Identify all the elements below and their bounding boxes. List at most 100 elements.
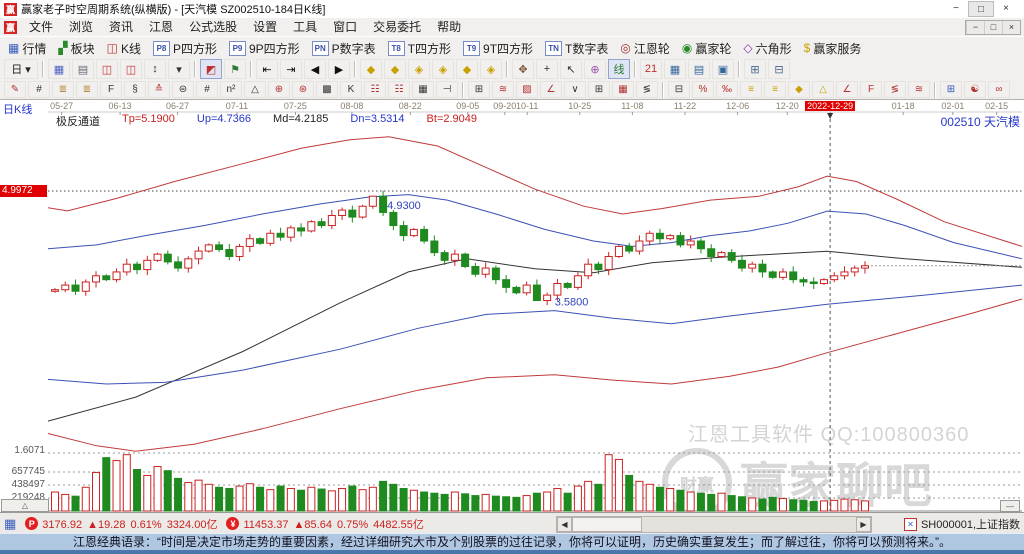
permille-icon[interactable]: ‰ bbox=[716, 81, 738, 98]
mdi-minimize-button[interactable]: − bbox=[966, 21, 984, 34]
diamond-mark-icon[interactable]: ◆ bbox=[788, 81, 810, 98]
pc-export-icon[interactable]: ⊞ bbox=[744, 59, 766, 79]
net-icon[interactable]: ▦ bbox=[412, 81, 434, 98]
pyramid-icon[interactable]: △ bbox=[812, 81, 834, 98]
chart-canvas[interactable]: 4.93003.5800 bbox=[0, 100, 1024, 513]
angle-icon[interactable]: ∠ bbox=[540, 81, 562, 98]
save-icon[interactable]: ▣ bbox=[712, 59, 734, 79]
menu-item-窗口[interactable]: 窗口 bbox=[325, 18, 365, 36]
candle-style-icon[interactable]: ◫ bbox=[96, 59, 118, 79]
bars-count-icon[interactable]: # bbox=[196, 81, 218, 98]
shaded-box-icon[interactable]: ▩ bbox=[316, 81, 338, 98]
chart-type-caret-icon[interactable]: ▾ bbox=[168, 59, 190, 79]
toolbar-button-winner-service[interactable]: $赢家服务 bbox=[798, 38, 868, 58]
trend-color-icon[interactable]: ◩ bbox=[200, 59, 222, 79]
bridge-icon[interactable]: ⊣ bbox=[436, 81, 458, 98]
toolbar-button-t-square[interactable]: T8T四方形 bbox=[382, 38, 457, 58]
grid-window-icon[interactable]: ⊞ bbox=[940, 81, 962, 98]
scroll-right-icon[interactable]: ▶ bbox=[856, 517, 871, 532]
zigzag-icon[interactable]: ≶ bbox=[636, 81, 658, 98]
scrollbar-thumb[interactable] bbox=[572, 517, 642, 532]
shade2-icon[interactable]: ▨ bbox=[516, 81, 538, 98]
scale-toggle-icon[interactable]: ↕ bbox=[144, 59, 166, 79]
vee-icon[interactable]: ∨ bbox=[564, 81, 586, 98]
angle-set-icon[interactable]: ≙ bbox=[148, 81, 170, 98]
box-select-icon[interactable]: ⊞ bbox=[468, 81, 490, 98]
a-slope-icon[interactable]: △ bbox=[244, 81, 266, 98]
gann-box2-icon[interactable]: ≣ bbox=[76, 81, 98, 98]
burst-icon[interactable]: ⊛ bbox=[292, 81, 314, 98]
magnet-icon[interactable]: ⊕ bbox=[584, 59, 606, 79]
mdi-close-button[interactable]: × bbox=[1002, 21, 1020, 34]
toolbar-button-kline[interactable]: ◫K线 bbox=[101, 38, 147, 58]
close-button[interactable]: × bbox=[994, 1, 1018, 15]
spiral-icon[interactable]: § bbox=[124, 81, 146, 98]
toolbar-button-gann-wheel[interactable]: ◎江恩轮 bbox=[614, 38, 676, 58]
pointer-icon[interactable]: ↖ bbox=[560, 59, 582, 79]
calendar-icon[interactable]: 21 bbox=[640, 59, 662, 79]
toolbar-button-sectors[interactable]: ▞板块 bbox=[52, 38, 100, 58]
toolbar-button-t-digit-table[interactable]: TNT数字表 bbox=[539, 38, 614, 58]
table2-icon[interactable]: ▦ bbox=[612, 81, 634, 98]
minimize-button[interactable]: − bbox=[944, 1, 968, 15]
steps-icon[interactable]: ≋ bbox=[908, 81, 930, 98]
menu-item-文件[interactable]: 文件 bbox=[21, 18, 61, 36]
mdi-restore-button[interactable]: □ bbox=[984, 21, 1002, 34]
gann-diamond5-icon[interactable]: ◆ bbox=[456, 59, 478, 79]
scroll-left-icon[interactable]: ◀ bbox=[557, 517, 572, 532]
toolbar-button-quotes[interactable]: ▦行情 bbox=[2, 38, 52, 58]
menu-item-工具[interactable]: 工具 bbox=[285, 18, 325, 36]
pc-sync-icon[interactable]: ⊟ bbox=[768, 59, 790, 79]
menu-item-资讯[interactable]: 资讯 bbox=[101, 18, 141, 36]
notes-icon[interactable]: ▤ bbox=[688, 59, 710, 79]
step-forward-icon[interactable]: ▶ bbox=[328, 59, 350, 79]
percent-icon[interactable]: % bbox=[692, 81, 714, 98]
chart-scrollbar[interactable]: ◀ ▶ bbox=[556, 516, 872, 533]
menu-item-公式选股[interactable]: 公式选股 bbox=[181, 18, 245, 36]
restore-button[interactable]: □ bbox=[968, 1, 994, 17]
hash-grid-icon[interactable]: # bbox=[28, 81, 50, 98]
calculator-icon[interactable]: ▦ bbox=[664, 59, 686, 79]
taiji-icon[interactable]: ☯ bbox=[964, 81, 986, 98]
toolbar-button-hexagon[interactable]: ◇六角形 bbox=[737, 38, 797, 58]
multiline-icon[interactable]: ≶ bbox=[884, 81, 906, 98]
step-back-icon[interactable]: ◀ bbox=[304, 59, 326, 79]
ratio-icon[interactable]: ⊟ bbox=[668, 81, 690, 98]
candle-style2-icon[interactable]: ◫ bbox=[120, 59, 142, 79]
golden2-icon[interactable]: ≡ bbox=[764, 81, 786, 98]
flag-marker-icon[interactable]: ⚑ bbox=[224, 59, 246, 79]
info-pane-icon[interactable]: ▤ bbox=[72, 59, 94, 79]
go-first-icon[interactable]: ⇤ bbox=[256, 59, 278, 79]
toolbar-button-winner-wheel[interactable]: ◉赢家轮 bbox=[676, 38, 738, 58]
period-day-selector[interactable]: 日 ▾ bbox=[4, 59, 38, 79]
gann-diamond1-icon[interactable]: ◆ bbox=[360, 59, 382, 79]
circle-cycles-icon[interactable]: ⊜ bbox=[172, 81, 194, 98]
chart-window-icon[interactable]: ▦ bbox=[48, 59, 70, 79]
fib-icon[interactable]: F bbox=[100, 81, 122, 98]
linked-index[interactable]: ✕ SH000001,上证指数 bbox=[904, 516, 1020, 532]
menu-item-设置[interactable]: 设置 bbox=[245, 18, 285, 36]
quote-grid-icon[interactable]: ▦ bbox=[4, 516, 16, 532]
menu-item-帮助[interactable]: 帮助 bbox=[429, 18, 469, 36]
pane-collapse-button[interactable]: — bbox=[1000, 500, 1020, 512]
n2-tool-icon[interactable]: n² bbox=[220, 81, 242, 98]
toolbar-button-p-square[interactable]: P8P四方形 bbox=[147, 38, 223, 58]
pane-expand-button[interactable]: △ bbox=[1, 499, 49, 512]
menu-item-浏览[interactable]: 浏览 bbox=[61, 18, 101, 36]
tower1-icon[interactable]: ☷ bbox=[364, 81, 386, 98]
menu-item-江恩[interactable]: 江恩 bbox=[141, 18, 181, 36]
line-mode-icon[interactable]: 线 bbox=[608, 59, 630, 79]
toolbar-button-p-digit-table[interactable]: PNP数字表 bbox=[306, 38, 382, 58]
golden1-icon[interactable]: ≡ bbox=[740, 81, 762, 98]
crosshair-icon[interactable]: + bbox=[536, 59, 558, 79]
gann-diamond4-icon[interactable]: ◈ bbox=[432, 59, 454, 79]
tower2-icon[interactable]: ☷ bbox=[388, 81, 410, 98]
target-icon[interactable]: ⊕ bbox=[268, 81, 290, 98]
infinity-icon[interactable]: ∞ bbox=[988, 81, 1010, 98]
k-mark-icon[interactable]: K bbox=[340, 81, 362, 98]
rays-icon[interactable]: ≋ bbox=[492, 81, 514, 98]
gann-diamond2-icon[interactable]: ◆ bbox=[384, 59, 406, 79]
toolbar-button-t9-square[interactable]: T99T四方形 bbox=[457, 38, 539, 58]
f-red-icon[interactable]: F bbox=[860, 81, 882, 98]
gann-diamond6-icon[interactable]: ◈ bbox=[480, 59, 502, 79]
